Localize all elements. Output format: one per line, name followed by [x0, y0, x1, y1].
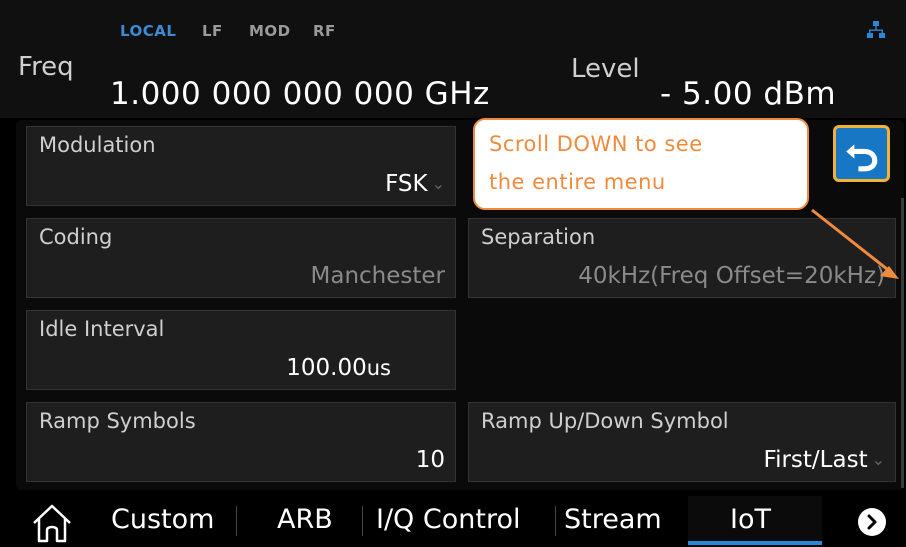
ramp-updown-field[interactable]: Ramp Up/Down Symbol First/Last ⌄ [468, 402, 896, 482]
callout-line-1: Scroll DOWN to see [489, 132, 703, 156]
freq-value[interactable]: 1.000 000 000 000 GHz [110, 76, 490, 112]
ramp-symbols-field[interactable]: Ramp Symbols 10 [26, 402, 456, 482]
tab-custom[interactable]: Custom [111, 504, 214, 535]
coding-label: Coding [39, 225, 113, 249]
modulation-value: FSK ⌄ [385, 171, 445, 197]
chevron-right-icon [867, 514, 877, 530]
status-local: LOCAL [120, 22, 177, 40]
undo-arrow-icon [846, 144, 878, 172]
header-bar: LOCAL LF MOD RF Freq 1.000 000 000 000 G… [0, 0, 906, 118]
modulation-label: Modulation [39, 133, 156, 157]
status-lf: LF [202, 22, 223, 40]
scrollbar[interactable] [901, 198, 904, 488]
tab-stream[interactable]: Stream [564, 504, 662, 535]
ramp-updown-value: First/Last ⌄ [763, 447, 885, 473]
tab-bar: Custom ARB I/Q Control Stream IoT [0, 496, 906, 547]
modulation-field[interactable]: Modulation FSK ⌄ [26, 126, 456, 206]
tab-iq-control[interactable]: I/Q Control [376, 504, 521, 535]
ramp-updown-label: Ramp Up/Down Symbol [481, 409, 729, 433]
ramp-symbols-value: 10 [415, 447, 445, 473]
scroll-hint-callout: Scroll DOWN to see the entire menu [473, 118, 809, 210]
idle-interval-field[interactable]: Idle Interval 100.00us [26, 310, 456, 390]
next-tabs-button[interactable] [858, 508, 886, 536]
network-icon [867, 21, 885, 38]
ramp-symbols-label: Ramp Symbols [39, 409, 196, 433]
callout-line-2: the entire menu [489, 170, 666, 194]
separation-value: 40kHz(Freq Offset=20kHz) [578, 263, 885, 289]
tab-divider [236, 506, 237, 536]
level-value[interactable]: - 5.00 dBm [660, 76, 836, 112]
coding-value: Manchester [310, 263, 446, 289]
tab-arb[interactable]: ARB [277, 504, 333, 535]
freq-label: Freq [18, 52, 74, 82]
separation-label: Separation [481, 225, 596, 249]
level-label: Level [571, 54, 640, 84]
idle-interval-unit: us [366, 356, 391, 380]
coding-field[interactable]: Coding Manchester [26, 218, 456, 298]
tab-divider [555, 506, 556, 536]
home-icon[interactable] [30, 502, 74, 544]
idle-interval-label: Idle Interval [39, 317, 165, 341]
chevron-down-icon: ⌄ [871, 450, 885, 469]
status-mod: MOD [249, 22, 291, 40]
separation-field[interactable]: Separation 40kHz(Freq Offset=20kHz) [468, 218, 896, 298]
chevron-down-icon: ⌄ [431, 174, 445, 193]
status-rf: RF [313, 22, 336, 40]
tab-divider [362, 506, 363, 536]
idle-interval-value: 100.00us [286, 355, 391, 381]
active-tab-indicator [688, 541, 822, 545]
tab-iot[interactable]: IoT [730, 504, 771, 535]
back-button[interactable] [833, 125, 890, 182]
